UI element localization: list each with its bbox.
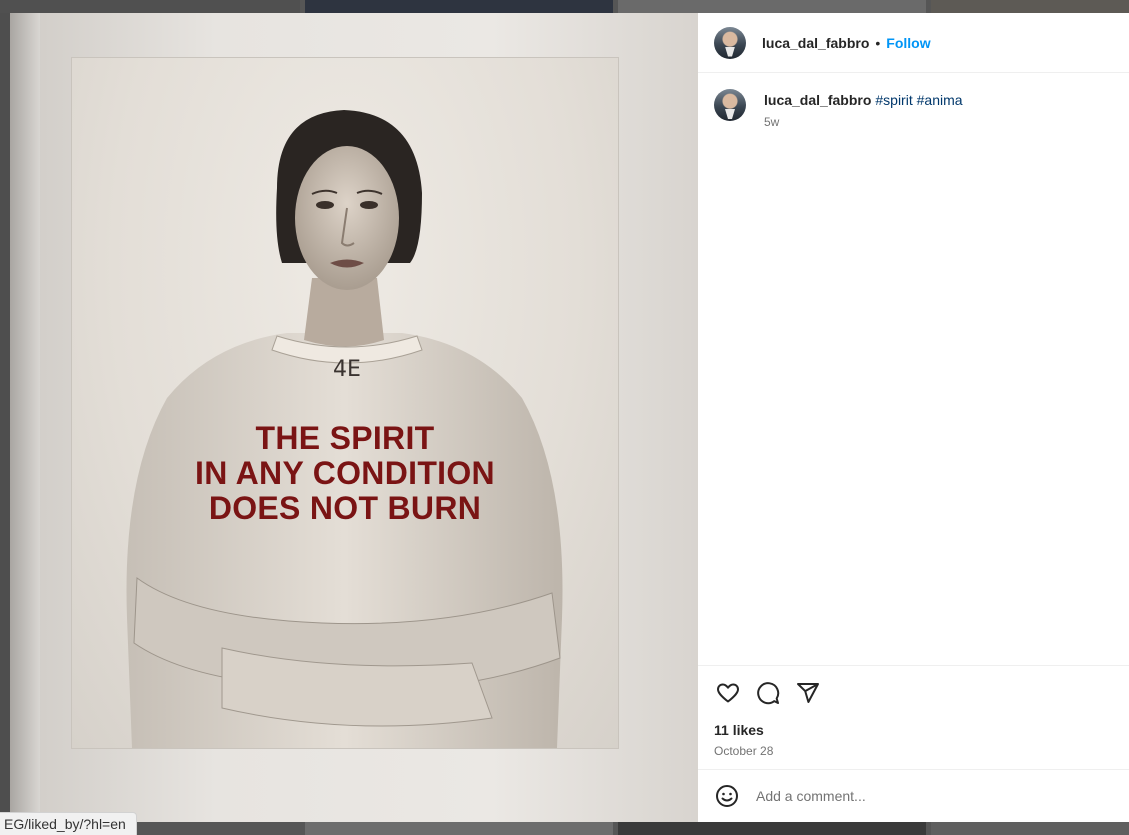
caption-timestamp[interactable]: 5w xyxy=(764,115,963,129)
comment-button[interactable] xyxy=(754,679,782,707)
hashtag-link[interactable]: #spirit xyxy=(875,92,912,108)
post-image[interactable]: 4E THE SPIRIT IN ANY CONDITION DOES NOT … xyxy=(10,13,698,822)
background-thumbnail xyxy=(618,822,926,835)
header-username[interactable]: luca_dal_fabbro xyxy=(762,35,869,51)
background-thumbnail xyxy=(0,0,300,13)
actions-section: 11 likes October 28 xyxy=(698,665,1129,769)
poster-line: IN ANY CONDITION xyxy=(195,455,495,491)
poster-slogan: THE SPIRIT IN ANY CONDITION DOES NOT BUR… xyxy=(72,421,618,526)
status-bar-url: EG/liked_by/?hl=en xyxy=(0,812,137,835)
comment-input[interactable] xyxy=(754,787,1058,805)
caption-text: luca_dal_fabbro #spirit #anima xyxy=(764,91,963,109)
background-thumbnail xyxy=(931,822,1129,835)
like-button[interactable] xyxy=(714,679,742,707)
poster: 4E THE SPIRIT IN ANY CONDITION DOES NOT … xyxy=(72,58,618,748)
comment-bubble-icon xyxy=(757,682,780,705)
action-bar xyxy=(714,678,1113,708)
smiley-icon xyxy=(716,785,738,807)
separator-dot: • xyxy=(875,34,881,51)
background-thumbnail xyxy=(305,0,613,13)
caption: luca_dal_fabbro #spirit #anima 5w xyxy=(714,89,1113,129)
emoji-button[interactable] xyxy=(714,783,740,809)
caption-avatar[interactable] xyxy=(714,89,746,121)
poster-line: DOES NOT BURN xyxy=(208,490,482,526)
shirt-marking: 4E xyxy=(333,357,361,382)
comments-section: luca_dal_fabbro #spirit #anima 5w xyxy=(698,73,1129,665)
portrait-figure: 4E xyxy=(126,110,563,748)
heart-icon xyxy=(717,683,739,703)
paper-plane-icon xyxy=(797,683,819,703)
post-date: October 28 xyxy=(714,744,774,758)
add-comment-bar xyxy=(698,769,1129,822)
background-thumbnail xyxy=(0,13,10,822)
background-thumbnail xyxy=(305,822,613,835)
hashtag-link[interactable]: #anima xyxy=(917,92,963,108)
follow-button[interactable]: Follow xyxy=(886,35,930,51)
poster-line: THE SPIRIT xyxy=(255,420,435,456)
post-header: luca_dal_fabbro • Follow xyxy=(698,13,1129,73)
share-button[interactable] xyxy=(794,679,822,707)
background-thumbnail xyxy=(931,0,1129,13)
caption-body: luca_dal_fabbro #spirit #anima 5w xyxy=(764,89,963,129)
likes-count[interactable]: 11 likes xyxy=(714,722,1113,738)
post-side-panel: luca_dal_fabbro • Follow luca_dal_fabbro… xyxy=(698,13,1129,822)
background-thumbnail xyxy=(618,0,926,13)
caption-username[interactable]: luca_dal_fabbro xyxy=(764,92,871,108)
post-modal: 4E THE SPIRIT IN ANY CONDITION DOES NOT … xyxy=(10,13,1129,822)
avatar[interactable] xyxy=(714,26,746,59)
wall-shadow xyxy=(10,13,40,822)
